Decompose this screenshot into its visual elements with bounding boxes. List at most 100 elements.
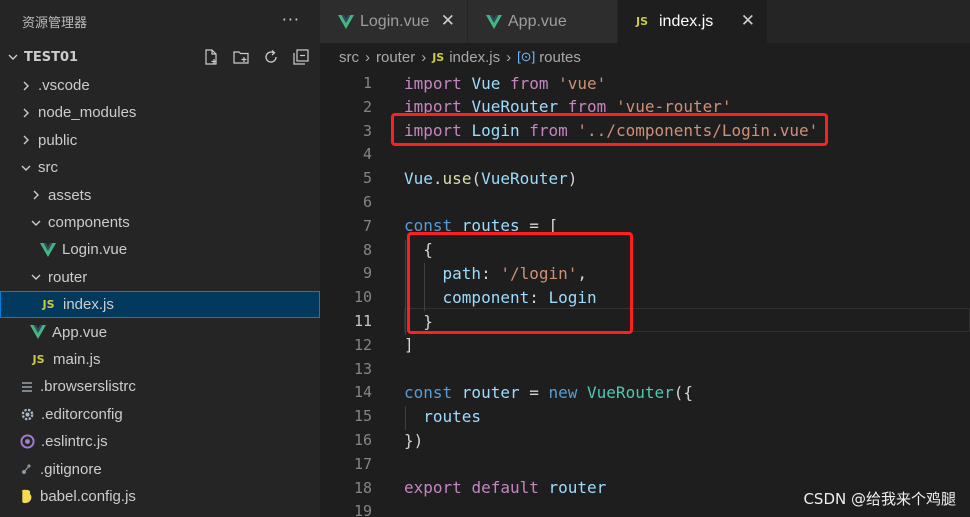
new-file-icon[interactable] — [202, 48, 220, 66]
chevron-down-icon — [30, 218, 42, 228]
tree-folder-router[interactable]: router — [0, 264, 320, 291]
explorer-sidebar: 资源管理器 ··· TEST01 .vscode node_modules publ… — [0, 0, 320, 517]
line-number: 12 — [353, 335, 372, 354]
line-number: 11 — [353, 312, 372, 330]
indent-guide — [405, 239, 406, 335]
tree-file-app-vue[interactable]: App.vue — [0, 319, 320, 346]
code-line[interactable]: 7 const routes = [ — [320, 214, 970, 238]
line-number: 18 — [353, 478, 372, 497]
code-token: , — [577, 263, 588, 283]
code-line[interactable]: 3 import Login from '../components/Login.… — [320, 119, 970, 143]
js-file-icon: JS — [42, 298, 55, 312]
explorer-header: 资源管理器 ··· — [0, 0, 320, 42]
breadcrumb-item[interactable]: index.js — [449, 49, 500, 66]
breadcrumb-item[interactable]: router — [376, 49, 415, 66]
tree-item-label: .gitignore — [40, 460, 102, 478]
code-token: router — [548, 478, 607, 498]
code-text: path: '/login', — [404, 263, 588, 283]
code-token: default — [471, 478, 549, 498]
tree-folder-node-modules[interactable]: node_modules — [0, 99, 320, 126]
code-token: export — [404, 478, 472, 498]
tree-folder-components[interactable]: components — [0, 209, 320, 236]
code-line[interactable]: 14 const router = new VueRouter({ — [320, 380, 970, 404]
line-number: 7 — [362, 216, 372, 235]
code-token: ) — [567, 168, 578, 188]
code-line[interactable]: 5 Vue.use(VueRouter) — [320, 166, 970, 190]
code-text: Vue.use(VueRouter) — [404, 169, 577, 188]
project-section-header[interactable]: TEST01 — [0, 42, 320, 72]
code-token: router — [461, 382, 530, 402]
git-icon — [20, 462, 34, 476]
code-token: } — [404, 311, 433, 331]
code-text: }) — [404, 431, 423, 450]
code-line[interactable]: 9 path: '/login', — [320, 261, 970, 285]
code-line[interactable]: 4 — [320, 142, 970, 166]
line-number: 4 — [362, 145, 372, 164]
code-text: const router = new VueRouter({ — [404, 383, 693, 402]
tree-file-index-js[interactable]: JS index.js — [0, 291, 320, 319]
code-line[interactable]: 11 } — [320, 308, 970, 333]
tree-file-login-vue[interactable]: Login.vue — [0, 236, 320, 263]
tree-file-browserslistrc[interactable]: .browserslistrc — [0, 373, 320, 400]
code-line[interactable]: 16}) — [320, 428, 970, 452]
tree-folder-vscode[interactable]: .vscode — [0, 72, 320, 99]
code-token: : — [529, 287, 549, 307]
breadcrumb-item[interactable]: src — [339, 49, 359, 66]
code-text: component: Login — [404, 288, 597, 307]
code-text: import Vue from 'vue' — [404, 74, 606, 93]
code-token: = — [529, 382, 549, 402]
code-token: : — [481, 263, 501, 283]
code-line[interactable]: 6 — [320, 190, 970, 214]
code-line[interactable]: 15 routes — [320, 404, 970, 428]
tab-index-js[interactable]: JS index.js ✕ — [618, 0, 768, 43]
code-token: Vue — [404, 168, 433, 188]
watermark: CSDN @给我来个鸡腿 — [803, 490, 956, 508]
line-number: 15 — [353, 407, 372, 426]
babel-icon — [20, 489, 34, 504]
code-token: import — [404, 121, 472, 141]
code-line[interactable]: 1 import Vue from 'vue' — [320, 71, 970, 95]
tree-folder-src[interactable]: src — [0, 154, 320, 181]
breadcrumb-item[interactable]: routes — [539, 49, 581, 66]
code-line[interactable]: 13 — [320, 357, 970, 381]
tree-file-eslintrc-js[interactable]: .eslintrc.js — [0, 428, 320, 455]
code-token: from — [567, 97, 616, 117]
tree-file-editorconfig[interactable]: .editorconfig — [0, 401, 320, 428]
tree-item-label: .vscode — [38, 77, 90, 94]
close-icon[interactable]: ✕ — [441, 11, 455, 31]
tree-folder-public[interactable]: public — [0, 127, 320, 154]
line-number: 17 — [353, 454, 372, 473]
code-text: routes — [404, 407, 481, 426]
code-line[interactable]: 8 { — [320, 238, 970, 262]
tab-app-vue[interactable]: App.vue — [468, 0, 618, 43]
tree-item-label: index.js — [63, 296, 114, 314]
more-actions-icon[interactable]: ··· — [282, 10, 300, 29]
chevron-down-icon — [30, 272, 42, 282]
tab-login-vue[interactable]: Login.vue ✕ — [320, 0, 468, 43]
line-number: 8 — [362, 240, 372, 259]
close-icon[interactable]: ✕ — [741, 11, 755, 31]
code-token: ({ — [673, 382, 693, 402]
js-file-icon: JS — [636, 15, 649, 28]
vue-icon — [40, 242, 56, 257]
code-token: VueRouter — [481, 168, 568, 188]
tree-folder-assets[interactable]: assets — [0, 182, 320, 209]
line-number: 13 — [353, 359, 372, 378]
code-line[interactable]: 17 — [320, 452, 970, 476]
tree-item-label: main.js — [53, 351, 101, 368]
code-line[interactable]: 12] — [320, 333, 970, 357]
new-folder-icon[interactable] — [232, 48, 250, 66]
line-number: 19 — [353, 502, 372, 517]
tree-file-babel-config-js[interactable]: babel.config.js — [0, 483, 320, 510]
refresh-icon[interactable] — [262, 48, 280, 66]
tab-label: index.js — [659, 12, 714, 30]
code-line[interactable]: 2 import VueRouter from 'vue-router' — [320, 95, 970, 119]
explorer-title: 资源管理器 — [22, 15, 88, 31]
tree-file-main-js[interactable]: JS main.js — [0, 346, 320, 373]
tab-label: Login.vue — [360, 12, 430, 30]
collapse-all-icon[interactable] — [292, 48, 310, 66]
symbol-variable-icon: [⊙] — [517, 49, 536, 64]
tree-file-gitignore[interactable]: .gitignore — [0, 456, 320, 483]
code-line[interactable]: 10 component: Login — [320, 285, 970, 309]
editor-area: Login.vue ✕ App.vue JS index.js ✕ src › … — [320, 0, 970, 517]
